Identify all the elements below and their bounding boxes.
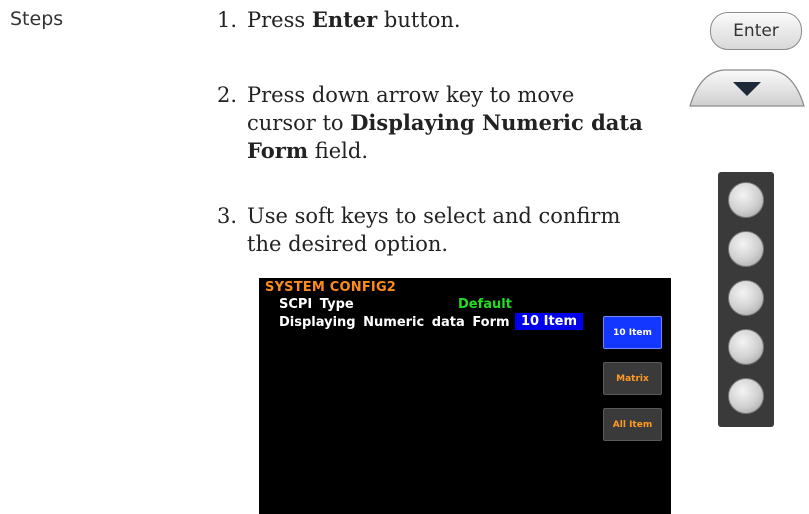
down-arrow-key[interactable]	[688, 68, 806, 108]
display-form-value[interactable]: 10 Item	[515, 313, 584, 330]
step-number: 3.	[217, 204, 238, 228]
step-3: 3. Use soft keys to select and confirm th…	[217, 202, 620, 258]
step-text-bold: Form	[247, 138, 309, 163]
soft-key-2[interactable]	[728, 231, 764, 267]
step-text-bold: Enter	[311, 7, 378, 32]
step-text-line: cursor to	[247, 111, 351, 135]
softkey-menu-matrix[interactable]: Matrix	[603, 362, 662, 395]
lcd-screen: SYSTEM CONFIG2 SCPI Type Default Display…	[259, 278, 671, 514]
softkey-menu-all-item[interactable]: All Item	[603, 408, 662, 441]
soft-key-4[interactable]	[728, 329, 764, 365]
soft-keys-panel	[718, 172, 774, 427]
enter-button[interactable]: Enter	[710, 12, 802, 50]
softkey-menu-10-item[interactable]: 10 Item	[603, 316, 662, 349]
display-form-label: Displaying Numeric data Form	[279, 315, 510, 330]
step-2: 2. Press down arrow key to move cursor to…	[217, 81, 643, 165]
scpi-type-label: SCPI Type	[279, 297, 354, 312]
soft-key-3[interactable]	[728, 280, 764, 316]
step-text-line: the desired option.	[247, 232, 449, 256]
scpi-type-value: Default	[458, 297, 512, 312]
step-text-line: Use soft keys to select and confirm	[247, 204, 621, 228]
soft-key-1[interactable]	[728, 182, 764, 218]
step-text-line: field.	[308, 139, 369, 163]
step-number: 1.	[217, 8, 238, 32]
step-text-line: Press down arrow key to move	[247, 83, 575, 107]
step-1: 1. Press Enter button.	[217, 6, 461, 34]
step-text-post: button.	[377, 8, 461, 32]
step-number: 2.	[217, 83, 238, 107]
soft-key-5[interactable]	[728, 378, 764, 414]
step-text-pre: Press	[247, 8, 312, 32]
steps-label: Steps	[10, 8, 64, 30]
step-text-bold: Displaying Numeric data	[350, 110, 643, 135]
screen-title: SYSTEM CONFIG2	[265, 280, 397, 295]
